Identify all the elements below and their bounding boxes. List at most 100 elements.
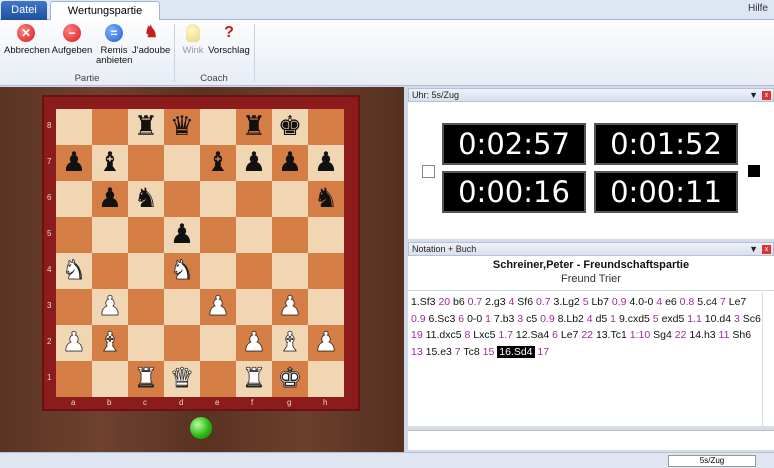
square-f1[interactable]: ♜: [236, 361, 272, 397]
square-a6[interactable]: [56, 181, 92, 217]
square-c5[interactable]: [128, 217, 164, 253]
square-h8[interactable]: [308, 109, 344, 145]
move[interactable]: Sg4: [653, 329, 672, 341]
square-b1[interactable]: [92, 361, 128, 397]
move[interactable]: 1.Sf3: [411, 296, 436, 308]
square-d4[interactable]: ♞: [164, 253, 200, 289]
square-e6[interactable]: [200, 181, 236, 217]
white-pawn-icon[interactable]: ♟: [278, 289, 303, 325]
tab-file[interactable]: Datei: [1, 1, 47, 20]
square-g8[interactable]: ♚: [272, 109, 308, 145]
square-f4[interactable]: [236, 253, 272, 289]
square-a8[interactable]: [56, 109, 92, 145]
white-pawn-icon[interactable]: ♟: [314, 325, 339, 361]
black-knight-icon[interactable]: ♞: [314, 181, 338, 217]
move[interactable]: Le7: [561, 329, 579, 341]
resign-button[interactable]: − Aufgeben: [50, 24, 94, 56]
white-knight-icon[interactable]: ♞: [170, 253, 195, 289]
square-h4[interactable]: [308, 253, 344, 289]
jadoube-button[interactable]: ♞ J'adoube: [132, 24, 170, 56]
square-h3[interactable]: [308, 289, 344, 325]
square-g7[interactable]: ♟: [272, 145, 308, 181]
black-rook-icon[interactable]: ♜: [134, 109, 158, 145]
move[interactable]: 14.h3: [689, 329, 715, 341]
square-b8[interactable]: [92, 109, 128, 145]
move[interactable]: 7.b3: [494, 313, 514, 325]
square-g4[interactable]: [272, 253, 308, 289]
offer-draw-button[interactable]: = Remis anbieten: [96, 24, 132, 66]
square-c6[interactable]: ♞: [128, 181, 164, 217]
black-knight-icon[interactable]: ♞: [134, 181, 158, 217]
square-f2[interactable]: ♟: [236, 325, 272, 361]
move[interactable]: Le7: [729, 296, 747, 308]
move[interactable]: Sc6: [743, 313, 761, 325]
move[interactable]: Sh6: [732, 329, 751, 341]
square-e8[interactable]: [200, 109, 236, 145]
white-queen-icon[interactable]: ♛: [170, 361, 195, 397]
square-a5[interactable]: [56, 217, 92, 253]
square-e7[interactable]: ♝: [200, 145, 236, 181]
move[interactable]: 3.Lg2: [554, 296, 580, 308]
hint-button[interactable]: Wink: [178, 24, 208, 56]
black-bishop-icon[interactable]: ♝: [98, 145, 122, 181]
square-g1[interactable]: ♚: [272, 361, 308, 397]
square-d6[interactable]: [164, 181, 200, 217]
help-link[interactable]: Hilfe: [748, 3, 768, 14]
square-g3[interactable]: ♟: [272, 289, 308, 325]
square-g2[interactable]: ♝: [272, 325, 308, 361]
square-d2[interactable]: [164, 325, 200, 361]
dropdown-icon[interactable]: ▼: [749, 90, 758, 100]
square-f3[interactable]: [236, 289, 272, 325]
square-c8[interactable]: ♜: [128, 109, 164, 145]
move[interactable]: 9.cxd5: [619, 313, 650, 325]
tab-rated-game[interactable]: Wertungspartie: [50, 1, 160, 20]
square-e3[interactable]: ♟: [200, 289, 236, 325]
move[interactable]: 10.d4: [705, 313, 731, 325]
notation-input-area[interactable]: [408, 430, 774, 450]
square-h7[interactable]: ♟: [308, 145, 344, 181]
move[interactable]: 6.Sc3: [429, 313, 456, 325]
square-d8[interactable]: ♛: [164, 109, 200, 145]
suggestion-button[interactable]: ? Vorschlag: [208, 24, 250, 56]
move[interactable]: 0-0: [467, 313, 482, 325]
square-b6[interactable]: ♟: [92, 181, 128, 217]
move[interactable]: 11.dxc5: [426, 329, 462, 341]
square-c7[interactable]: [128, 145, 164, 181]
square-f6[interactable]: [236, 181, 272, 217]
square-b7[interactable]: ♝: [92, 145, 128, 181]
move[interactable]: Lb7: [591, 296, 609, 308]
move[interactable]: e6: [665, 296, 677, 308]
square-e2[interactable]: [200, 325, 236, 361]
black-queen-icon[interactable]: ♛: [170, 109, 194, 145]
square-c3[interactable]: [128, 289, 164, 325]
white-pawn-icon[interactable]: ♟: [98, 289, 123, 325]
square-h5[interactable]: [308, 217, 344, 253]
square-b3[interactable]: ♟: [92, 289, 128, 325]
move[interactable]: 8.Lb2: [558, 313, 584, 325]
black-pawn-icon[interactable]: ♟: [314, 145, 338, 181]
square-b4[interactable]: [92, 253, 128, 289]
move[interactable]: 12.Sa4: [516, 329, 549, 341]
move[interactable]: 5.c4: [697, 296, 717, 308]
square-d7[interactable]: [164, 145, 200, 181]
square-e1[interactable]: [200, 361, 236, 397]
dropdown-icon[interactable]: ▼: [749, 244, 758, 254]
white-rook-icon[interactable]: ♜: [242, 361, 267, 397]
black-king-icon[interactable]: ♚: [278, 109, 302, 145]
square-h6[interactable]: ♞: [308, 181, 344, 217]
square-c1[interactable]: ♜: [128, 361, 164, 397]
square-a3[interactable]: [56, 289, 92, 325]
black-pawn-icon[interactable]: ♟: [170, 217, 194, 253]
black-pawn-icon[interactable]: ♟: [242, 145, 266, 181]
square-g6[interactable]: [272, 181, 308, 217]
move[interactable]: Sf6: [517, 296, 533, 308]
white-bishop-icon[interactable]: ♝: [98, 325, 123, 361]
square-g5[interactable]: [272, 217, 308, 253]
white-pawn-icon[interactable]: ♟: [62, 325, 87, 361]
square-f5[interactable]: [236, 217, 272, 253]
move[interactable]: 4.0-0: [629, 296, 653, 308]
white-bishop-icon[interactable]: ♝: [278, 325, 303, 361]
square-a2[interactable]: ♟: [56, 325, 92, 361]
move[interactable]: d5: [596, 313, 608, 325]
move[interactable]: 15.e3: [426, 346, 452, 358]
